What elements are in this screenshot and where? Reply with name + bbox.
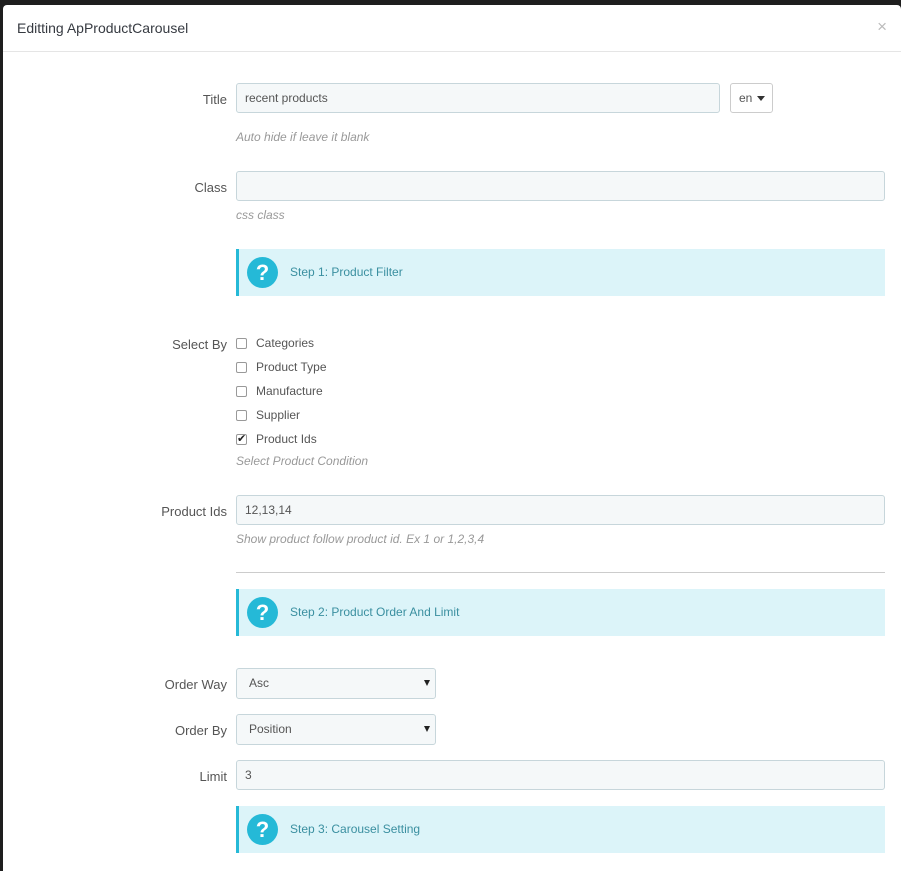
class-label: Class xyxy=(194,180,227,195)
limit-label: Limit xyxy=(199,769,227,784)
order-way-label: Order Way xyxy=(164,677,227,692)
modal-title: Editting ApProductCarousel xyxy=(17,20,189,36)
select-by-option-label: Product Type xyxy=(256,360,327,374)
divider xyxy=(236,572,885,573)
select-by-option-label: Supplier xyxy=(256,408,301,422)
select-by-option-label: Categories xyxy=(256,336,315,350)
language-value: en xyxy=(739,91,753,105)
order-by-label: Order By xyxy=(174,723,227,738)
checkbox-checked[interactable]: ✔ xyxy=(236,434,247,445)
step1-text: Step 1: Product Filter xyxy=(290,265,403,279)
step3-alert: ? Step 3: Carousel Setting xyxy=(236,806,885,853)
step2-alert: ? Step 2: Product Order And Limit xyxy=(236,589,885,636)
close-button[interactable]: × xyxy=(877,18,887,35)
product-ids-input[interactable]: 12,13,14 xyxy=(236,495,885,525)
class-help: css class xyxy=(236,208,285,222)
class-input[interactable] xyxy=(236,171,885,201)
question-icon: ? xyxy=(247,257,278,288)
caret-down-icon xyxy=(757,96,765,101)
select-by-label: Select By xyxy=(172,337,227,352)
checkbox-unchecked[interactable] xyxy=(236,362,247,373)
title-label: Title xyxy=(202,92,227,107)
limit-input[interactable]: 3 xyxy=(236,760,885,790)
select-by-option-label: Manufacture xyxy=(256,384,323,398)
modal-header: Editting ApProductCarousel × xyxy=(3,5,901,52)
product-ids-help: Show product follow product id. Ex 1 or … xyxy=(236,532,485,546)
question-icon: ? xyxy=(247,814,278,845)
checkbox-unchecked[interactable] xyxy=(236,338,247,349)
select-by-help: Select Product Condition xyxy=(236,454,369,468)
checkbox-unchecked[interactable] xyxy=(236,410,247,421)
select-by-option-label: Product Ids xyxy=(256,432,317,446)
order-way-value: Asc xyxy=(249,676,270,690)
caret-down-icon xyxy=(424,726,430,732)
step3-text: Step 3: Carousel Setting xyxy=(290,822,421,836)
caret-down-icon xyxy=(424,680,430,686)
step1-alert: ? Step 1: Product Filter xyxy=(236,249,885,296)
order-by-value: Position xyxy=(249,722,292,736)
title-input[interactable]: recent products xyxy=(236,83,720,113)
checkbox-unchecked[interactable] xyxy=(236,386,247,397)
language-dropdown[interactable]: en xyxy=(730,83,773,113)
question-icon: ? xyxy=(247,597,278,628)
title-help: Auto hide if leave it blank xyxy=(236,130,370,144)
modal-dialog: Editting ApProductCarousel × Title recen… xyxy=(3,5,901,871)
order-way-select[interactable]: Asc xyxy=(236,668,436,699)
product-ids-label: Product Ids xyxy=(161,504,227,519)
order-by-select[interactable]: Position xyxy=(236,714,436,745)
step2-text: Step 2: Product Order And Limit xyxy=(290,605,460,619)
